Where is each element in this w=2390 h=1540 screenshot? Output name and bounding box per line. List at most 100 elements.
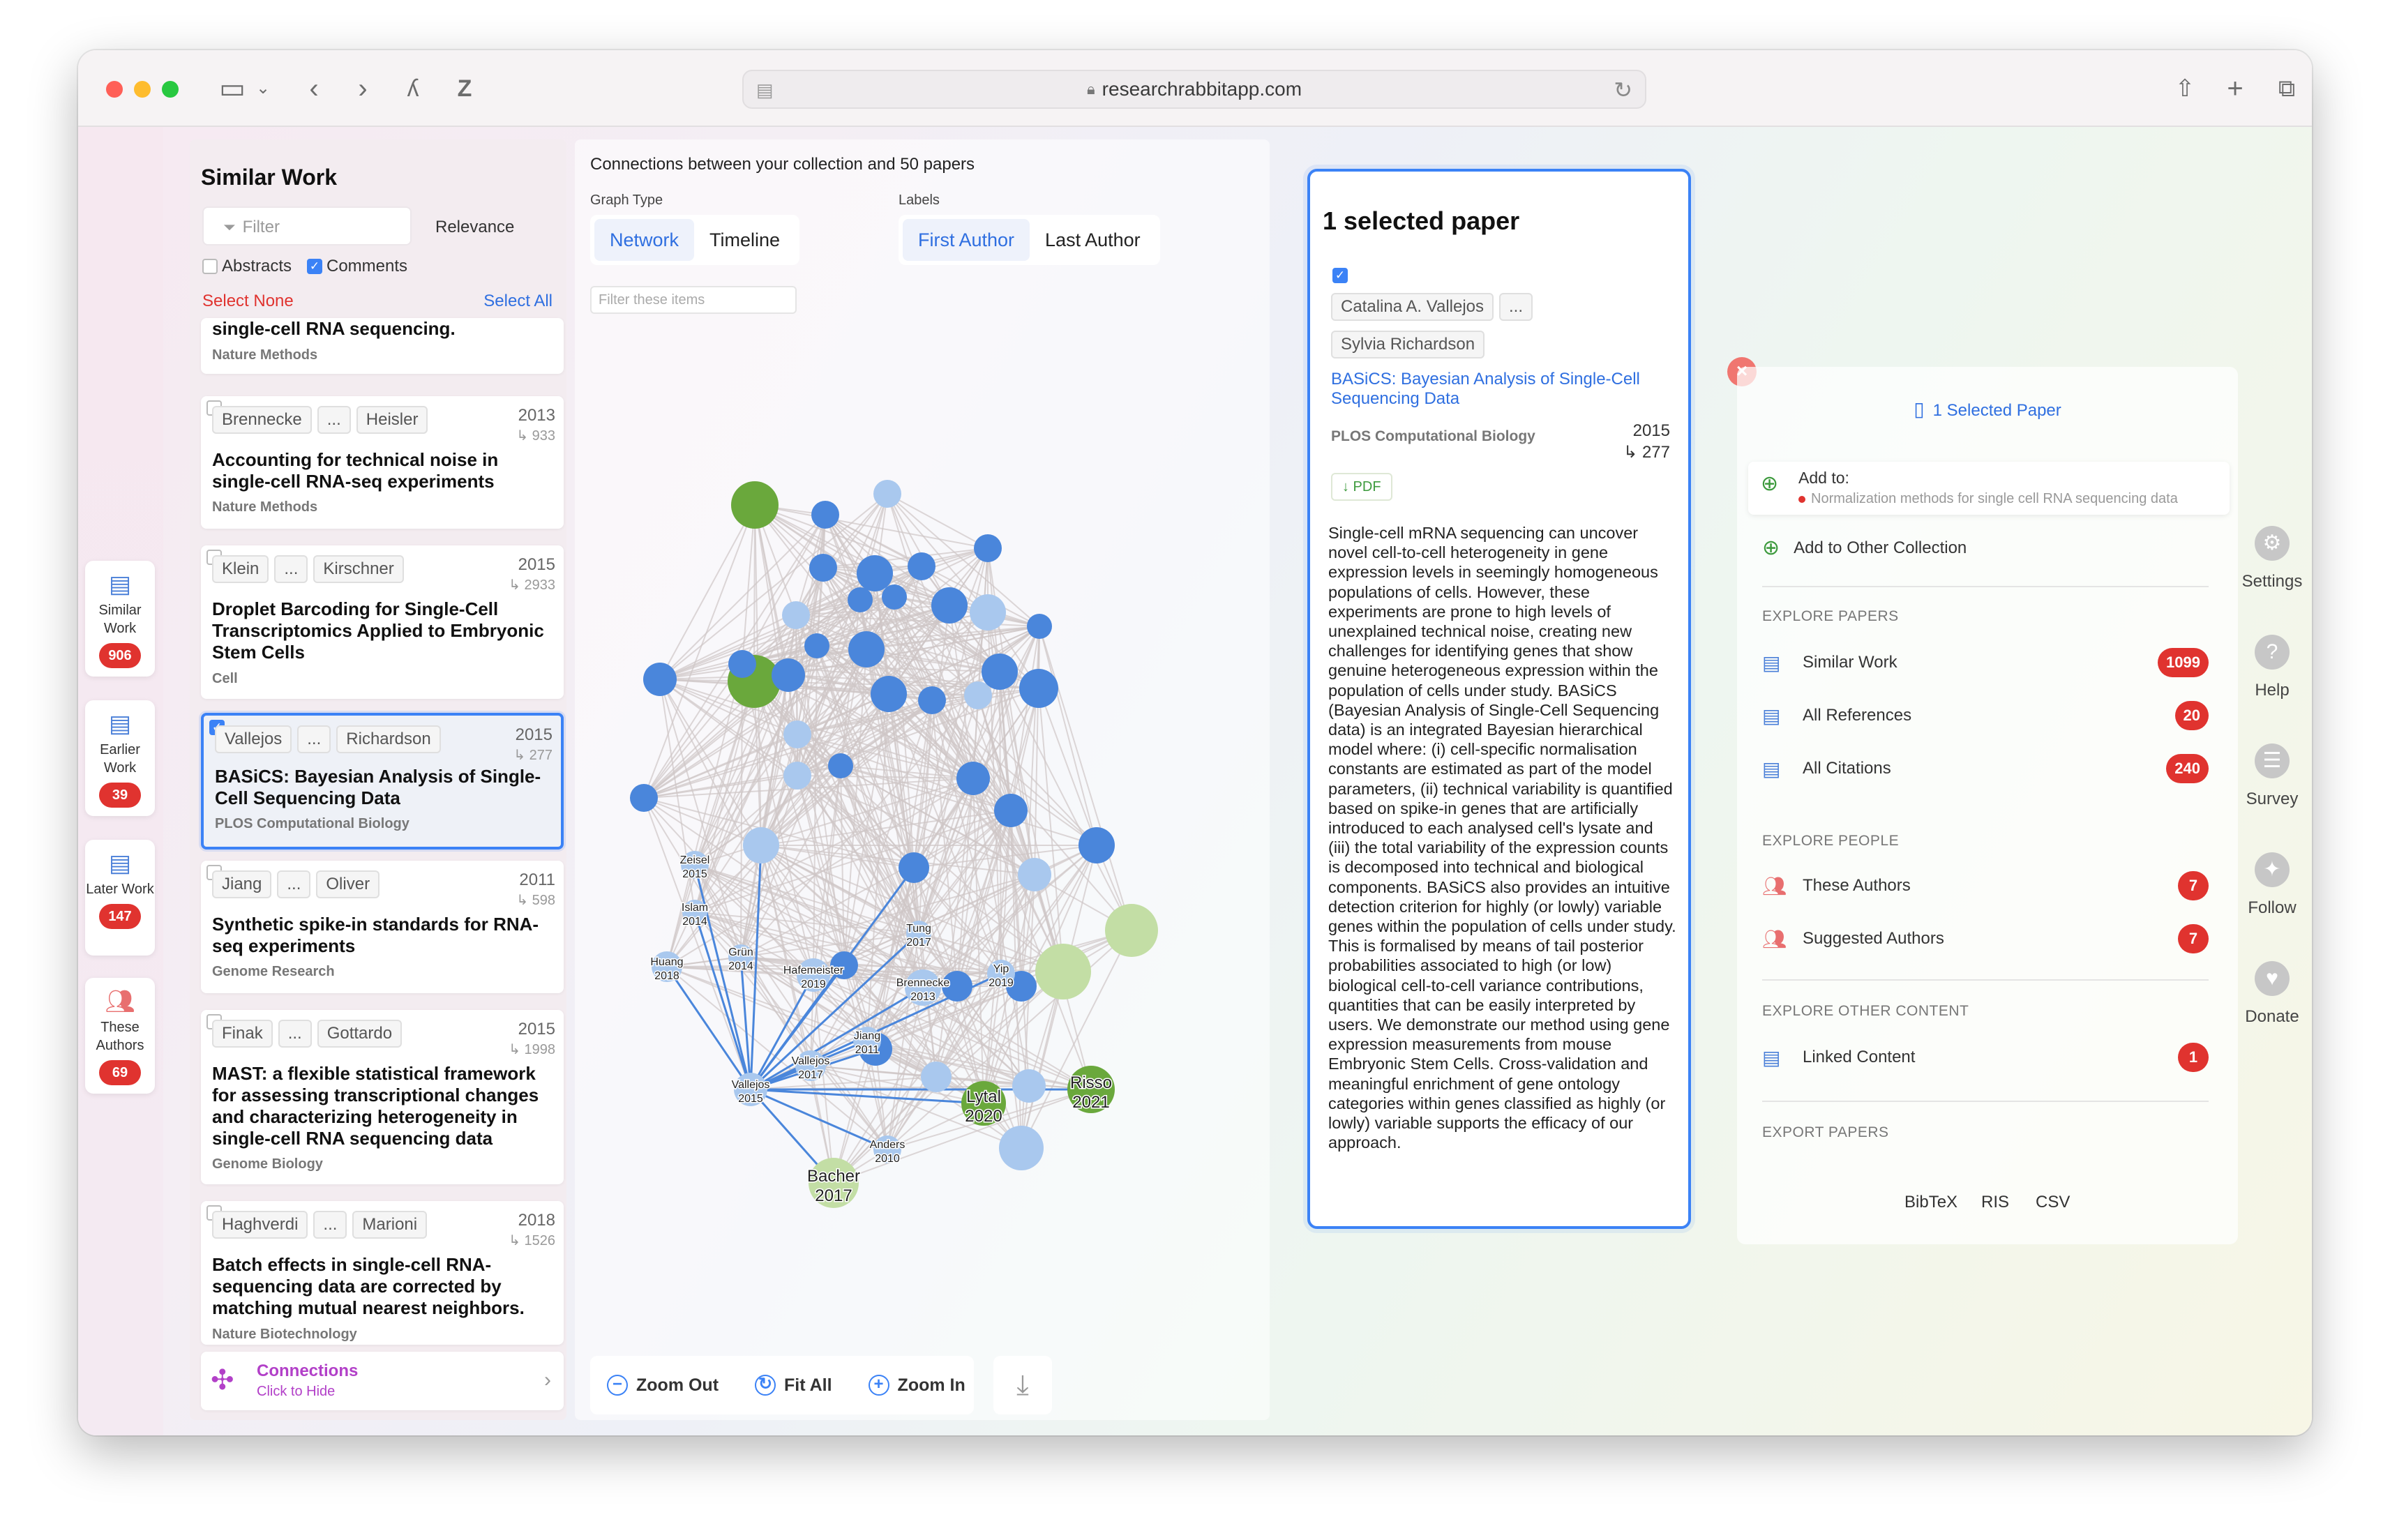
sort-relevance-select[interactable]: Relevance bbox=[435, 218, 514, 237]
paper-card[interactable]: Haghverdi ... Marioni 2018 ↳ 1526 Batch … bbox=[201, 1201, 564, 1345]
add-to-collection-button[interactable]: ⊕ Add to: Normalization methods for sing… bbox=[1748, 462, 2230, 515]
author-chip[interactable]: Marioni bbox=[352, 1211, 428, 1239]
paper-node[interactable] bbox=[918, 686, 946, 714]
checkbox-box[interactable] bbox=[202, 259, 218, 274]
paper-card-partial[interactable]: single-cell RNA sequencing. Nature Metho… bbox=[201, 318, 564, 374]
timeline-tab[interactable]: Timeline bbox=[694, 219, 795, 261]
export-ris-button[interactable]: RIS bbox=[1981, 1193, 2009, 1212]
author-chip[interactable]: Richardson bbox=[336, 725, 441, 753]
paper-node[interactable] bbox=[1035, 944, 1091, 999]
paper-node[interactable] bbox=[857, 555, 893, 591]
paper-node[interactable] bbox=[848, 631, 885, 667]
network-graph[interactable]: Zeisel 2015 Islam 2014 Huang 2018 Grün 2014 Hafe… bbox=[575, 139, 1270, 1325]
author-more-chip[interactable]: ... bbox=[278, 1020, 312, 1048]
sidebar-toggle-icon[interactable]: ▭ bbox=[215, 71, 250, 106]
reload-icon[interactable]: ↻ bbox=[1614, 77, 1632, 103]
settings-button[interactable]: ⚙ Settings bbox=[2220, 526, 2312, 591]
paper-node[interactable] bbox=[982, 654, 1018, 690]
survey-button[interactable]: ☰ Survey bbox=[2220, 743, 2312, 809]
close-window-button[interactable] bbox=[106, 81, 123, 98]
last-author-tab[interactable]: Last Author bbox=[1030, 219, 1156, 261]
follow-button[interactable]: ✦ Follow bbox=[2220, 852, 2312, 918]
paper-node[interactable] bbox=[1078, 827, 1115, 863]
author-chip[interactable]: Haghverdi bbox=[212, 1211, 308, 1239]
address-bar[interactable]: ▤ 🔒︎ researchrabbitapp.com ↻ bbox=[742, 70, 1646, 109]
paper-card[interactable]: Finak ... Gottardo 2015 ↳ 1998 MAST: a f… bbox=[201, 1010, 564, 1184]
zotero-extension-icon[interactable]: Z bbox=[451, 71, 479, 106]
connections-toggle-button[interactable]: ✣ Connections Click to Hide › bbox=[201, 1352, 564, 1410]
paper-node[interactable] bbox=[1105, 904, 1158, 957]
author-chip[interactable]: Catalina A. Vallejos bbox=[1331, 293, 1494, 321]
author-chip[interactable]: Sylvia Richardson bbox=[1331, 331, 1485, 358]
paper-node[interactable] bbox=[828, 753, 853, 778]
new-tab-icon[interactable]: + bbox=[2221, 71, 2249, 106]
paper-card[interactable]: Brennecke ... Heisler 2013 ↳ 933 Account… bbox=[201, 396, 564, 529]
first-author-tab[interactable]: First Author bbox=[903, 219, 1030, 261]
paper-node[interactable] bbox=[908, 552, 935, 580]
author-more-chip[interactable]: ... bbox=[274, 555, 308, 583]
comments-checkbox[interactable]: ✓ Comments bbox=[307, 257, 407, 276]
paper-node[interactable] bbox=[873, 480, 901, 508]
author-chip[interactable]: Gottardo bbox=[317, 1020, 403, 1048]
paper-node[interactable] bbox=[811, 501, 839, 529]
rail-these-authors[interactable]: 👥︎ These Authors 69 bbox=[85, 978, 155, 1094]
paper-node[interactable] bbox=[899, 852, 929, 883]
paper-node[interactable] bbox=[630, 784, 658, 812]
paper-node[interactable] bbox=[643, 663, 677, 696]
paper-node[interactable] bbox=[974, 534, 1002, 562]
all-references-row[interactable]: ▤ All References 20 bbox=[1762, 700, 2209, 731]
paper-node[interactable] bbox=[804, 633, 829, 658]
select-all-link[interactable]: Select All bbox=[483, 292, 553, 311]
suggested-authors-row[interactable]: 👥︎ Suggested Authors 7 bbox=[1762, 923, 2209, 954]
export-bibtex-button[interactable]: BibTeX bbox=[1904, 1193, 1957, 1212]
zoom-in-button[interactable]: + Zoom In bbox=[868, 1375, 965, 1396]
network-tab[interactable]: Network bbox=[594, 219, 695, 261]
paper-node[interactable] bbox=[1027, 614, 1052, 639]
selected-paper-checkbox[interactable]: ✓ bbox=[1332, 268, 1348, 283]
rail-similar-work[interactable]: ▤ Similar Work 906 bbox=[85, 561, 155, 677]
page-settings-icon[interactable]: ▤ bbox=[756, 80, 774, 101]
paper-node[interactable] bbox=[964, 681, 992, 709]
checkbox-box[interactable]: ✓ bbox=[307, 259, 322, 274]
selected-count-header[interactable]: ▯ 1 Selected Paper bbox=[1737, 398, 2238, 421]
paper-node[interactable] bbox=[728, 650, 756, 678]
author-chip[interactable]: Kirschner bbox=[313, 555, 404, 583]
minimize-window-button[interactable] bbox=[134, 81, 151, 98]
author-more-chip[interactable]: ... bbox=[313, 1211, 347, 1239]
these-authors-row[interactable]: 👥︎ These Authors 7 bbox=[1762, 870, 2209, 901]
paper-node[interactable] bbox=[848, 587, 873, 612]
paper-node[interactable] bbox=[999, 1126, 1044, 1170]
share-icon[interactable]: ⇧ bbox=[2171, 71, 2199, 106]
paper-card[interactable]: Jiang ... Oliver 2011 ↳ 598 Synthetic sp… bbox=[201, 861, 564, 993]
paper-node[interactable] bbox=[731, 481, 779, 529]
help-button[interactable]: ? Help bbox=[2220, 635, 2312, 700]
add-to-other-collection-button[interactable]: ⊕ Add to Other Collection bbox=[1762, 536, 1967, 560]
graph-filter-input[interactable]: Filter these items bbox=[590, 286, 797, 314]
paper-node[interactable] bbox=[882, 584, 907, 610]
paper-node[interactable] bbox=[931, 587, 968, 624]
export-csv-button[interactable]: CSV bbox=[2036, 1193, 2070, 1212]
rail-later-work[interactable]: ▤ Later Work 147 bbox=[85, 840, 155, 956]
zoom-out-button[interactable]: − Zoom Out bbox=[607, 1375, 719, 1396]
rail-earlier-work[interactable]: ▤ Earlier Work 39 bbox=[85, 700, 155, 816]
extension-icon[interactable]: ʎ bbox=[399, 71, 427, 106]
zoom-window-button[interactable] bbox=[162, 81, 179, 98]
all-citations-row[interactable]: ▤ All Citations 240 bbox=[1762, 753, 2209, 784]
author-chip[interactable]: Klein bbox=[212, 555, 269, 583]
forward-icon[interactable]: › bbox=[349, 71, 377, 106]
paper-card[interactable]: Klein ... Kirschner 2015 ↳ 2933 Droplet … bbox=[201, 545, 564, 699]
author-more-chip[interactable]: ... bbox=[1499, 293, 1533, 321]
linked-content-row[interactable]: ▤ Linked Content 1 bbox=[1762, 1042, 2209, 1073]
paper-node[interactable] bbox=[1019, 669, 1058, 708]
author-chip[interactable]: Jiang bbox=[212, 870, 272, 898]
paper-node[interactable] bbox=[871, 676, 907, 712]
abstracts-checkbox[interactable]: Abstracts bbox=[202, 257, 292, 276]
author-more-chip[interactable]: ... bbox=[277, 870, 311, 898]
paper-node[interactable] bbox=[1018, 858, 1051, 891]
selected-paper-title-link[interactable]: BASiCS: Bayesian Analysis of Single-Cell… bbox=[1331, 370, 1673, 409]
author-chip[interactable]: Finak bbox=[212, 1020, 273, 1048]
paper-node[interactable] bbox=[783, 762, 811, 790]
back-icon[interactable]: ‹ bbox=[300, 71, 328, 106]
paper-node[interactable] bbox=[956, 762, 990, 795]
chevron-down-icon[interactable]: ⌄ bbox=[253, 71, 273, 106]
